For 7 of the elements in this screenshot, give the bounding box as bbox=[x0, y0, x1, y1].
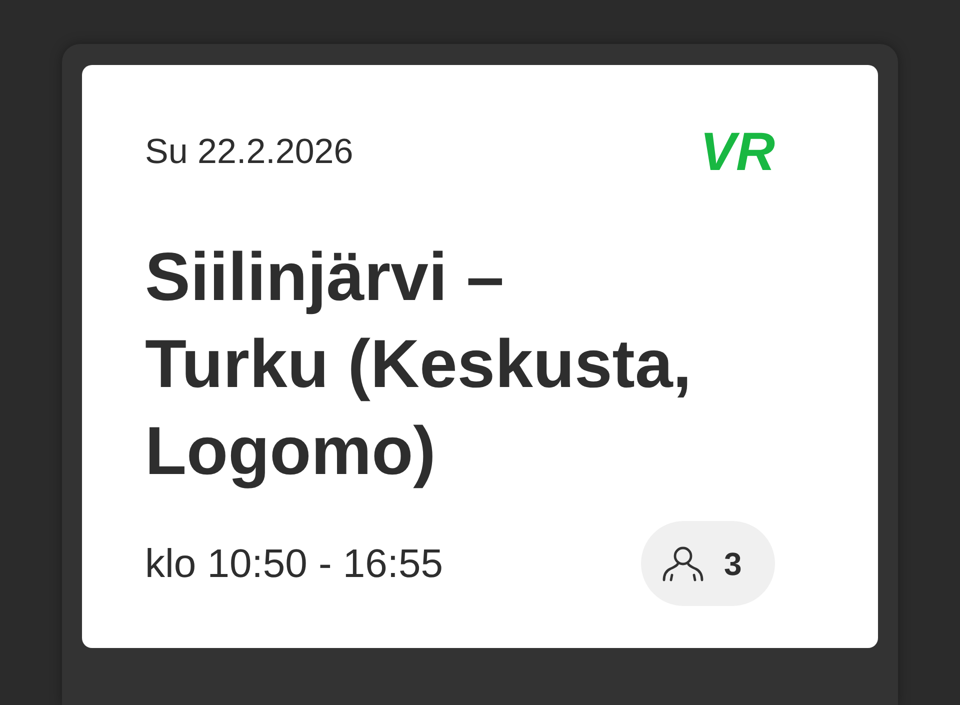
logo: VR bbox=[700, 129, 775, 175]
passenger-count: 3 bbox=[724, 544, 742, 584]
route-title: Siilinjärvi – Turku (Keskusta, Logomo) bbox=[145, 238, 693, 491]
travel-date: Su 22.2.2026 bbox=[145, 131, 354, 173]
travel-time: klo 10:50 - 16:55 bbox=[145, 540, 443, 588]
ticket-card[interactable]: Su 22.2.2026 VR Siilinjärvi – Turku (Keskusta, Logomo) klo 10:50 - 16:55 3 bbox=[82, 65, 878, 648]
person-icon bbox=[662, 546, 704, 582]
